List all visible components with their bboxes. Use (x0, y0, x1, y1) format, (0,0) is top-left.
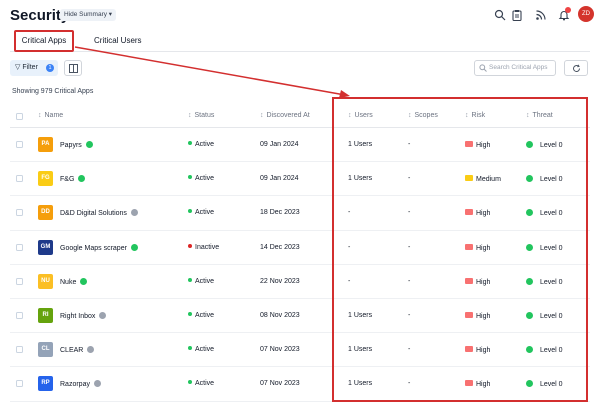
info-icon (130, 209, 138, 217)
status-dot-icon (188, 380, 192, 385)
verified-badge-icon (80, 277, 88, 285)
status-text: Active (195, 346, 215, 354)
row-checkbox[interactable] (16, 243, 23, 251)
annotation-highlight-box (332, 97, 588, 402)
status-text: Inactive (195, 243, 220, 251)
app-name[interactable]: Papyrs (60, 142, 82, 149)
hide-summary-button[interactable]: Hide Summary ▾ (60, 9, 117, 21)
info-icon (87, 346, 95, 354)
app-logo-icon: PA (38, 137, 53, 152)
status-text: Active (195, 175, 215, 183)
app-name-cell[interactable]: Papyrs (60, 141, 93, 149)
app-name-cell[interactable]: F&G (60, 175, 86, 183)
status-dot-icon (188, 141, 192, 145)
column-status[interactable]: ↕ Status (188, 112, 214, 119)
status-cell: Active (188, 209, 214, 216)
filter-icon: ▽ (15, 64, 21, 71)
avatar[interactable]: ZD (578, 6, 594, 22)
app-logo-icon: GM (38, 239, 53, 255)
row-checkbox[interactable] (16, 209, 23, 217)
row-checkbox[interactable] (16, 277, 23, 285)
info-icon (99, 311, 107, 319)
status-dot-icon (188, 277, 192, 282)
status-dot-icon (188, 346, 192, 351)
refresh-button[interactable] (564, 60, 588, 76)
select-all-checkbox[interactable] (16, 113, 23, 120)
app-name[interactable]: Google Maps scraper (60, 245, 127, 252)
verified-badge-icon (78, 175, 86, 183)
status-cell: Active (188, 311, 215, 319)
filter-label: Filter (22, 64, 38, 71)
app-name[interactable]: D&D Digital Solutions (60, 210, 127, 217)
page-header: Security Hide Summary ▾ ZD (0, 0, 599, 30)
app-name-cell[interactable]: Nuke (60, 277, 88, 286)
app-name-cell[interactable]: CLEAR (60, 346, 95, 354)
app-logo-icon: CL (38, 342, 53, 358)
columns-icon (69, 64, 78, 73)
discovered-at-cell: 07 Nov 2023 (260, 346, 300, 354)
discovered-at-cell: 07 Nov 2023 (260, 380, 300, 388)
notification-dot (565, 7, 571, 13)
discovered-at-cell: 14 Dec 2023 (260, 243, 300, 251)
status-cell: Active (188, 380, 214, 387)
app-logo-icon: DD (38, 205, 53, 221)
filter-button[interactable]: ▽ Filter 1 (10, 60, 58, 76)
column-discovered-at[interactable]: ↕ Discovered At (260, 112, 310, 119)
status-text: Active (195, 277, 215, 285)
discovered-at-cell: 08 Nov 2023 (260, 311, 300, 319)
discovered-at-cell: 09 Jan 2024 (260, 141, 299, 148)
app-logo-icon: RP (38, 376, 53, 392)
discovered-at-cell: 18 Dec 2023 (260, 209, 300, 217)
status-cell: Active (188, 175, 214, 182)
app-name-cell[interactable]: D&D Digital Solutions (60, 209, 138, 217)
filter-count-badge: 1 (46, 64, 54, 72)
app-name-cell[interactable]: Razorpay (60, 380, 101, 388)
row-checkbox[interactable] (16, 311, 23, 319)
refresh-icon (573, 64, 581, 72)
status-text: Active (195, 311, 215, 319)
tab-critical-apps[interactable]: Critical Apps (14, 30, 74, 52)
status-cell: Inactive (188, 243, 220, 251)
app-logo-icon: RI (38, 307, 53, 323)
verified-badge-icon (130, 243, 138, 251)
app-name[interactable]: F&G (60, 176, 74, 183)
search-icon (479, 64, 487, 72)
tab-bar: Critical Apps Critical Users (10, 30, 590, 52)
status-dot-icon (188, 175, 192, 180)
status-cell: Active (188, 141, 214, 148)
rss-icon[interactable] (535, 9, 547, 21)
app-name[interactable]: Razorpay (60, 381, 90, 388)
search-input[interactable]: Search Critical Apps (474, 60, 556, 76)
app-name-cell[interactable]: Google Maps scraper (60, 243, 138, 252)
column-name[interactable]: ↕ Name (38, 112, 63, 119)
info-icon (93, 380, 101, 388)
status-dot-icon (188, 311, 192, 316)
row-checkbox[interactable] (16, 346, 23, 354)
app-name-cell[interactable]: Right Inbox (60, 311, 107, 320)
row-checkbox[interactable] (16, 175, 23, 183)
discovered-at-cell: 22 Nov 2023 (260, 277, 300, 285)
app-name[interactable]: Right Inbox (60, 313, 95, 320)
status-dot-icon (188, 209, 192, 214)
verified-badge-icon (85, 141, 93, 148)
tab-critical-users[interactable]: Critical Users (94, 30, 142, 52)
clipboard-icon[interactable] (511, 9, 523, 21)
status-text: Active (195, 209, 215, 217)
app-name[interactable]: Nuke (60, 279, 76, 286)
status-text: Active (195, 141, 215, 148)
row-checkbox[interactable] (16, 141, 23, 148)
status-cell: Active (188, 346, 214, 353)
search-placeholder: Search Critical Apps (489, 64, 548, 71)
status-text: Active (195, 380, 215, 388)
columns-toggle-button[interactable] (64, 60, 82, 76)
search-icon[interactable] (494, 9, 506, 21)
row-checkbox[interactable] (16, 380, 23, 388)
discovered-at-cell: 09 Jan 2024 (260, 175, 299, 183)
status-dot-icon (188, 243, 192, 248)
results-count: Showing 979 Critical Apps (12, 88, 94, 95)
app-name[interactable]: CLEAR (60, 347, 83, 354)
app-logo-icon: FG (38, 171, 53, 187)
app-logo-icon: NU (38, 273, 53, 289)
status-cell: Active (188, 277, 215, 285)
